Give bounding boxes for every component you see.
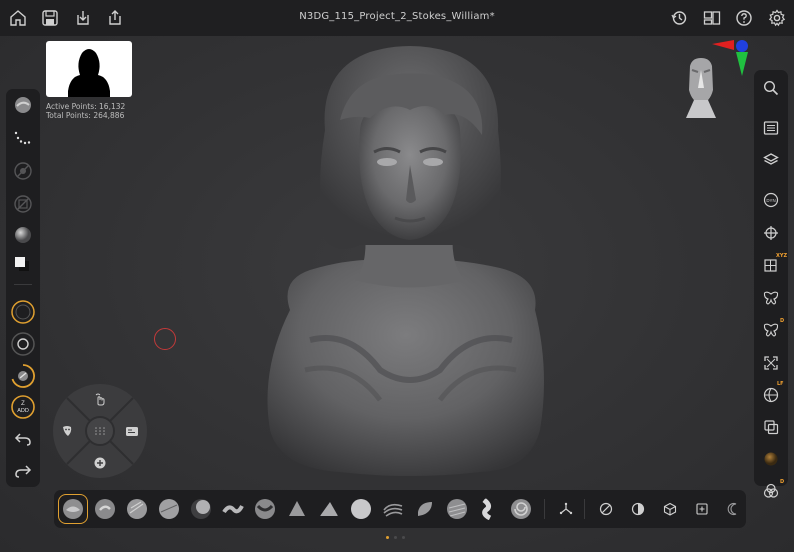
page-dot[interactable] <box>394 536 397 539</box>
panel-icon[interactable] <box>123 422 141 440</box>
d-tag: D <box>780 318 785 324</box>
sculpt-model[interactable] <box>250 40 570 480</box>
brush-standard[interactable] <box>94 498 116 520</box>
brush-planar[interactable] <box>446 498 468 520</box>
symmetry-d-icon[interactable] <box>761 320 781 340</box>
right-toolbar: DYN XYZ D LF D <box>754 70 788 498</box>
d2-tag: D <box>780 479 785 485</box>
navigation-head-icon[interactable] <box>682 56 720 122</box>
brush-clay-tubes[interactable] <box>382 498 404 520</box>
dynamesh-icon[interactable]: DYN <box>761 190 781 210</box>
focal-shift-icon[interactable] <box>10 331 36 357</box>
add-icon[interactable] <box>91 454 109 472</box>
brush-hpolish[interactable] <box>318 498 340 520</box>
redo-icon[interactable] <box>13 461 33 481</box>
palette-page-indicator[interactable] <box>386 536 405 539</box>
duplicate-icon[interactable] <box>761 417 781 437</box>
brush-smooth[interactable] <box>350 498 372 520</box>
zadd-bottom-label: ADD <box>17 408 29 414</box>
move-gizmo-icon[interactable] <box>761 223 781 243</box>
brush-snakehook[interactable] <box>222 498 244 520</box>
brush-pinch[interactable] <box>286 498 308 520</box>
brush-curve-tube[interactable] <box>478 498 500 520</box>
divider <box>544 499 545 519</box>
cube-icon[interactable] <box>662 501 678 517</box>
total-points: Total Points: 264,886 <box>46 111 125 120</box>
brush-clay-buildup[interactable] <box>62 498 84 520</box>
undo-icon[interactable] <box>13 429 33 449</box>
silhouette-icon <box>68 49 110 97</box>
grid-icon[interactable] <box>91 422 109 440</box>
radial-menu[interactable] <box>53 384 147 478</box>
svg-text:DYN: DYN <box>766 198 775 203</box>
zadd-icon[interactable]: Z ADD <box>10 394 36 420</box>
brush-orb-cracks[interactable] <box>510 498 532 520</box>
material-icon[interactable] <box>761 449 781 469</box>
page-dot[interactable] <box>386 536 389 539</box>
layout-icon[interactable] <box>702 8 722 28</box>
divider <box>14 284 32 285</box>
perspective-icon[interactable] <box>761 385 781 405</box>
brush-cursor <box>154 328 176 350</box>
help-icon[interactable] <box>734 8 754 28</box>
reference-thumbnail[interactable] <box>46 41 132 97</box>
lf-tag: LF <box>777 381 784 387</box>
search-icon[interactable] <box>761 78 781 98</box>
stroke-dots-icon[interactable] <box>13 128 33 148</box>
brush-flatten[interactable] <box>414 498 436 520</box>
symmetry-icon[interactable] <box>761 288 781 308</box>
page-dot[interactable] <box>402 536 405 539</box>
brush-palette <box>54 490 746 528</box>
color-swatch-icon[interactable] <box>13 255 33 275</box>
layers-icon[interactable] <box>761 150 781 170</box>
draw-size-icon[interactable] <box>10 299 36 325</box>
subtools-icon[interactable] <box>761 118 781 138</box>
brush-dam-standard[interactable] <box>158 498 180 520</box>
xyz-tag: XYZ <box>776 253 788 259</box>
transpose-icon[interactable] <box>558 501 574 517</box>
moon-icon[interactable] <box>726 501 742 517</box>
brush-trim-dynamic[interactable] <box>254 498 276 520</box>
brush-inflate[interactable] <box>190 498 212 520</box>
texture-disabled-icon[interactable] <box>13 194 33 214</box>
divider <box>584 499 585 519</box>
transparency-icon[interactable] <box>761 481 781 501</box>
active-points: Active Points: 16,132 <box>46 102 126 111</box>
mask-toggle-icon[interactable] <box>630 501 646 517</box>
brush-move[interactable] <box>126 498 148 520</box>
top-bar: N3DG_115_Project_2_Stokes_William* <box>0 0 794 36</box>
gesture-icon[interactable] <box>91 390 109 408</box>
alpha-disabled-icon[interactable] <box>13 161 33 181</box>
select-icon[interactable] <box>694 501 710 517</box>
settings-icon[interactable] <box>767 8 787 28</box>
intensity-icon[interactable] <box>10 363 36 389</box>
gizmo-z-axis[interactable] <box>736 40 748 52</box>
left-toolbar: Z ADD <box>6 89 40 487</box>
zadd-top-label: Z <box>21 401 25 407</box>
frame-icon[interactable] <box>761 353 781 373</box>
material-sphere-icon[interactable] <box>13 225 33 245</box>
mask-icon[interactable] <box>59 422 77 440</box>
brush-sphere-icon[interactable] <box>13 95 33 115</box>
history-icon[interactable] <box>669 8 689 28</box>
gizmo-y-axis[interactable] <box>736 52 748 76</box>
point-stats: Active Points: 16,132 Total Points: 264,… <box>46 102 125 120</box>
smooth-toggle-icon[interactable] <box>598 501 614 517</box>
gizmo-x-axis[interactable] <box>712 40 734 50</box>
